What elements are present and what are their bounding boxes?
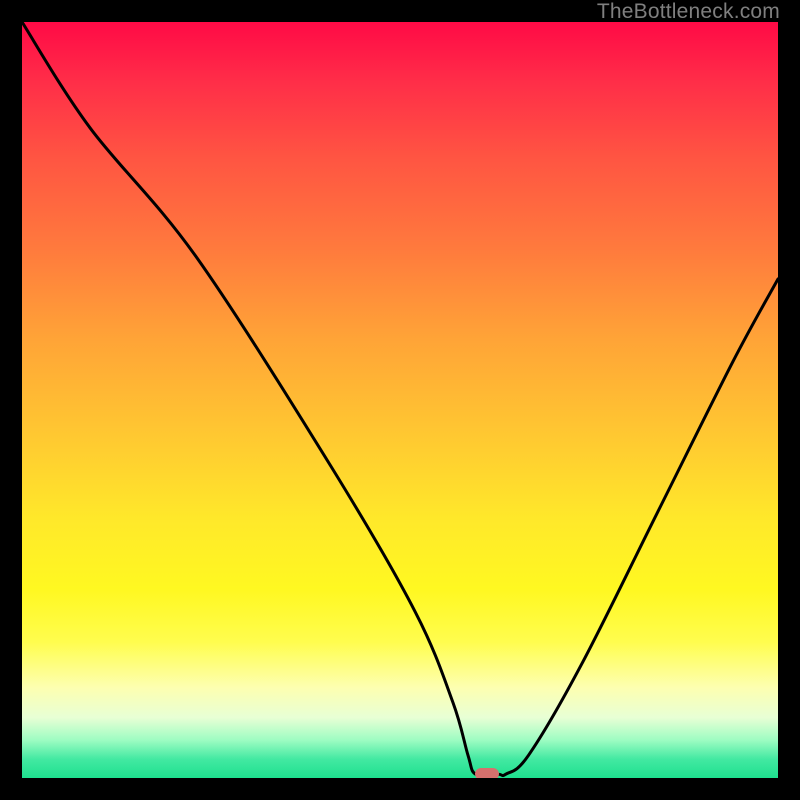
plot-area [22,22,778,778]
chart-frame: TheBottleneck.com [0,0,800,800]
watermark: TheBottleneck.com [597,0,780,24]
optimal-marker [475,768,499,778]
bottleneck-curve [22,22,778,778]
